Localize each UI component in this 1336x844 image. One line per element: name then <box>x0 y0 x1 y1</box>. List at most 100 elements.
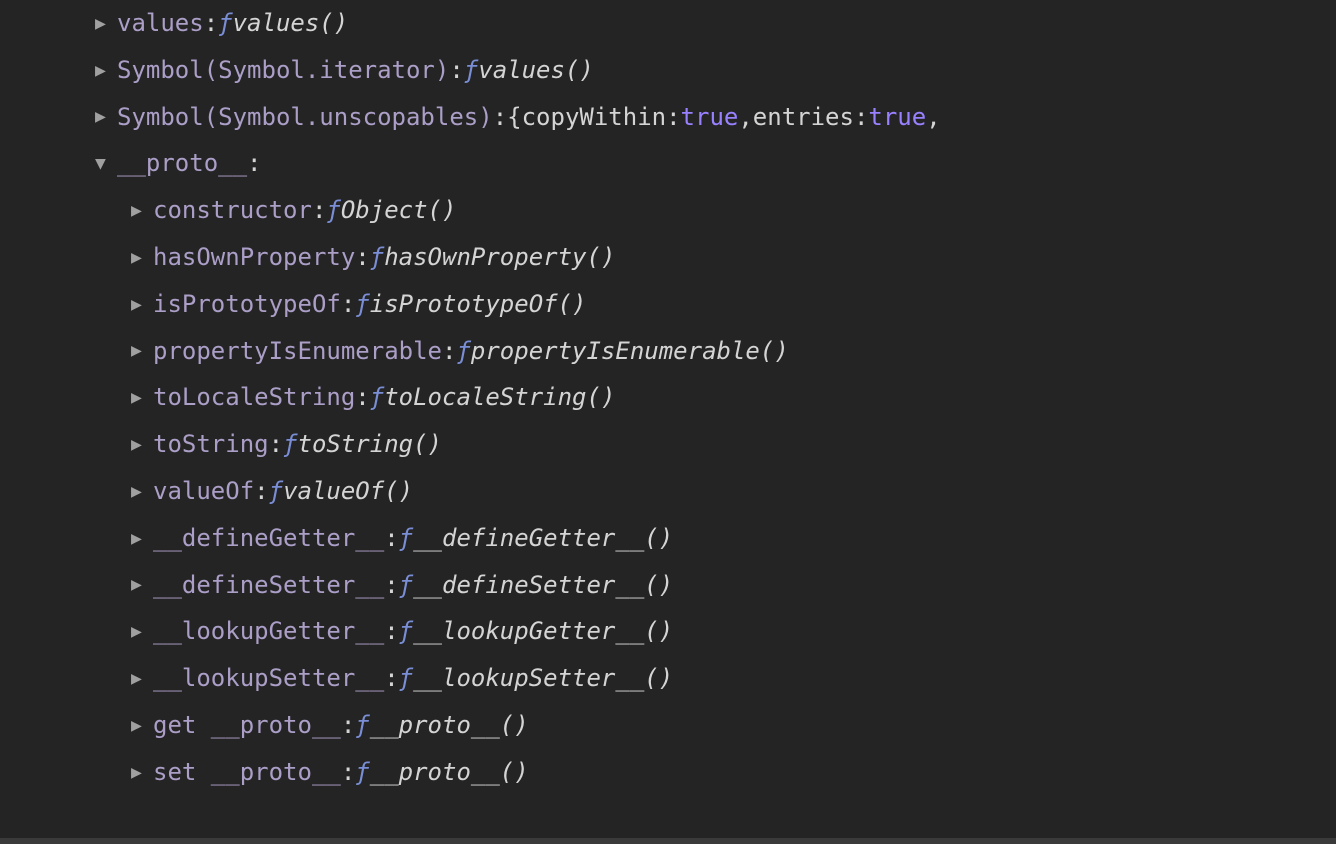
function-name: valueOf() <box>283 468 413 515</box>
colon: : <box>384 515 398 562</box>
property-key: get __proto__ <box>153 702 341 749</box>
chevron-right-icon[interactable]: ▶ <box>131 708 153 743</box>
chevron-right-icon[interactable]: ▶ <box>131 474 153 509</box>
function-icon: ƒ <box>456 328 470 375</box>
tree-row[interactable]: ▶__lookupGetter__: ƒ __lookupGetter__() <box>0 608 1336 655</box>
property-key: values <box>117 0 204 47</box>
property-key: toString <box>153 421 269 468</box>
function-icon: ƒ <box>355 702 369 749</box>
function-name: toLocaleString() <box>384 374 615 421</box>
property-key: Symbol(Symbol.iterator) <box>117 47 449 94</box>
function-name: __proto__() <box>370 749 529 796</box>
property-key: valueOf <box>153 468 254 515</box>
tree-row[interactable]: ▶values: ƒ values() <box>0 0 1336 47</box>
colon: : <box>442 328 456 375</box>
function-icon: ƒ <box>269 468 283 515</box>
chevron-right-icon[interactable]: ▶ <box>95 99 117 134</box>
tree-row[interactable]: ▶Symbol(Symbol.iterator): ƒ values() <box>0 47 1336 94</box>
inline-key: copyWithin <box>522 94 667 141</box>
function-icon: ƒ <box>399 515 413 562</box>
tree-row[interactable]: ▶__lookupSetter__: ƒ __lookupSetter__() <box>0 655 1336 702</box>
function-name: Object() <box>341 187 457 234</box>
chevron-right-icon[interactable]: ▶ <box>131 193 153 228</box>
function-name: hasOwnProperty() <box>384 234 615 281</box>
brace: { <box>507 94 521 141</box>
chevron-right-icon[interactable]: ▶ <box>131 240 153 275</box>
colon: : <box>341 281 355 328</box>
inline-value: true <box>681 94 739 141</box>
tree-row[interactable]: ▶hasOwnProperty: ƒ hasOwnProperty() <box>0 234 1336 281</box>
tree-row[interactable]: ▶toString: ƒ toString() <box>0 421 1336 468</box>
function-icon: ƒ <box>399 655 413 702</box>
function-name: __proto__() <box>370 702 529 749</box>
chevron-right-icon[interactable]: ▶ <box>131 380 153 415</box>
property-key: constructor <box>153 187 312 234</box>
chevron-right-icon[interactable]: ▶ <box>131 333 153 368</box>
function-icon: ƒ <box>355 749 369 796</box>
colon: : <box>341 749 355 796</box>
function-icon: ƒ <box>355 281 369 328</box>
inline-value: true <box>868 94 926 141</box>
tree-row[interactable]: ▶__defineSetter__: ƒ __defineSetter__() <box>0 562 1336 609</box>
chevron-right-icon[interactable]: ▶ <box>131 287 153 322</box>
bottom-bar <box>0 838 1336 844</box>
tree-row[interactable]: ▶Symbol(Symbol.unscopables): {copyWithin… <box>0 94 1336 141</box>
colon: : <box>384 608 398 655</box>
chevron-right-icon[interactable]: ▶ <box>95 6 117 41</box>
property-key: toLocaleString <box>153 374 355 421</box>
chevron-right-icon[interactable]: ▶ <box>131 427 153 462</box>
colon: : <box>254 468 268 515</box>
property-key: Symbol(Symbol.unscopables) <box>117 94 493 141</box>
function-name: toString() <box>298 421 443 468</box>
colon: : <box>247 140 261 187</box>
function-name: values() <box>478 47 594 94</box>
tree-row[interactable]: ▼__proto__: <box>0 140 1336 187</box>
colon: : <box>204 0 218 47</box>
tree-row[interactable]: ▶set __proto__: ƒ __proto__() <box>0 749 1336 796</box>
function-icon: ƒ <box>326 187 340 234</box>
tree-row[interactable]: ▶isPrototypeOf: ƒ isPrototypeOf() <box>0 281 1336 328</box>
inline-key: entries <box>753 94 854 141</box>
function-icon: ƒ <box>370 374 384 421</box>
tree-row[interactable]: ▶__defineGetter__: ƒ __defineGetter__() <box>0 515 1336 562</box>
function-name: __lookupGetter__() <box>413 608 673 655</box>
tree-row[interactable]: ▶propertyIsEnumerable: ƒ propertyIsEnume… <box>0 328 1336 375</box>
function-icon: ƒ <box>399 562 413 609</box>
tree-row[interactable]: ▶toLocaleString: ƒ toLocaleString() <box>0 374 1336 421</box>
function-name: values() <box>233 0 349 47</box>
function-icon: ƒ <box>370 234 384 281</box>
tree-row[interactable]: ▶constructor: ƒ Object() <box>0 187 1336 234</box>
chevron-right-icon[interactable]: ▶ <box>95 53 117 88</box>
object-tree: ▶values: ƒ values()▶Symbol(Symbol.iterat… <box>0 0 1336 796</box>
property-key: __lookupSetter__ <box>153 655 384 702</box>
property-key: set __proto__ <box>153 749 341 796</box>
colon: : <box>355 234 369 281</box>
function-icon: ƒ <box>218 0 232 47</box>
property-key: __lookupGetter__ <box>153 608 384 655</box>
colon: : <box>312 187 326 234</box>
chevron-down-icon[interactable]: ▼ <box>95 146 117 181</box>
tree-row[interactable]: ▶valueOf: ƒ valueOf() <box>0 468 1336 515</box>
colon: : <box>384 562 398 609</box>
function-name: propertyIsEnumerable() <box>471 328 789 375</box>
function-icon: ƒ <box>464 47 478 94</box>
chevron-right-icon[interactable]: ▶ <box>131 521 153 556</box>
colon: : <box>269 421 283 468</box>
function-name: __defineSetter__() <box>413 562 673 609</box>
chevron-right-icon[interactable]: ▶ <box>131 755 153 790</box>
chevron-right-icon[interactable]: ▶ <box>131 661 153 696</box>
function-name: __defineGetter__() <box>413 515 673 562</box>
colon: : <box>384 655 398 702</box>
chevron-right-icon[interactable]: ▶ <box>131 614 153 649</box>
colon: : <box>355 374 369 421</box>
property-key: __proto__ <box>117 140 247 187</box>
function-icon: ƒ <box>283 421 297 468</box>
function-icon: ƒ <box>399 608 413 655</box>
tree-row[interactable]: ▶get __proto__: ƒ __proto__() <box>0 702 1336 749</box>
property-key: isPrototypeOf <box>153 281 341 328</box>
property-key: hasOwnProperty <box>153 234 355 281</box>
chevron-right-icon[interactable]: ▶ <box>131 567 153 602</box>
property-key: __defineGetter__ <box>153 515 384 562</box>
colon: : <box>493 94 507 141</box>
colon: : <box>449 47 463 94</box>
